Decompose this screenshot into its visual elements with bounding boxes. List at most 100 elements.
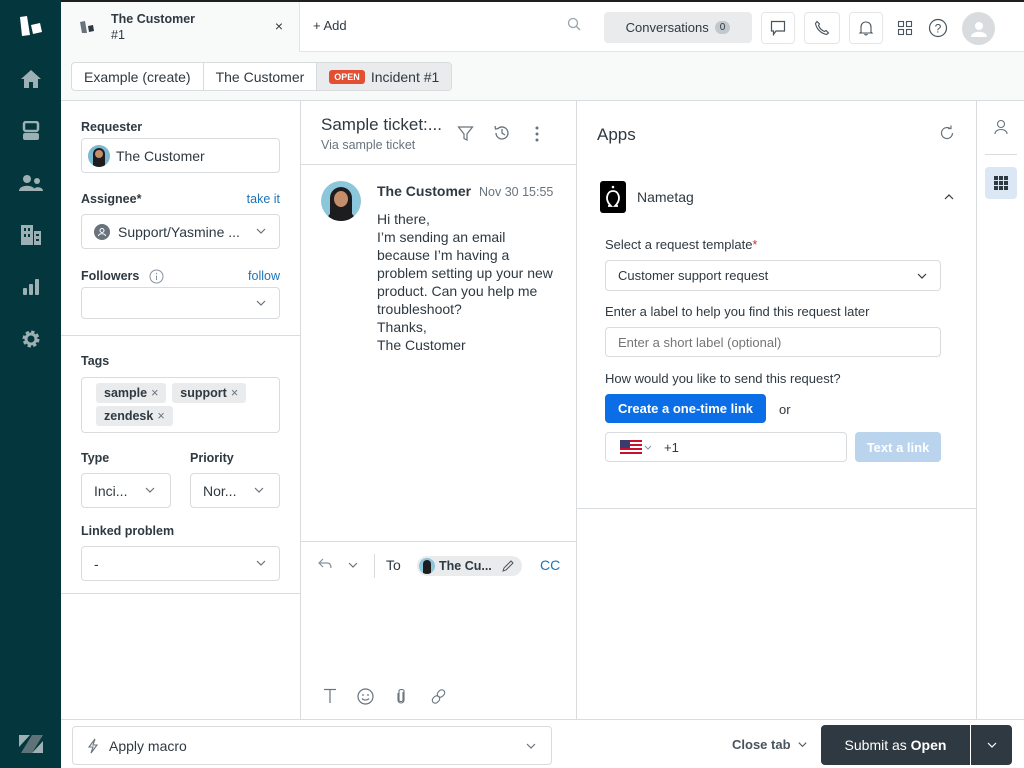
composer-divider [374, 554, 375, 578]
linked-problem-select[interactable]: - [81, 546, 280, 581]
assignee-avatar-icon [94, 223, 110, 240]
organizations-icon[interactable] [0, 215, 61, 255]
search-icon[interactable] [567, 17, 581, 31]
template-select[interactable]: Customer support request [605, 260, 941, 291]
remove-tag-icon[interactable]: × [157, 409, 164, 423]
views-icon[interactable] [0, 111, 61, 151]
conversation-panel: Sample ticket:... Via sample ticket The … [301, 101, 577, 719]
submit-prefix: Submit as [844, 737, 911, 753]
attachment-icon[interactable] [396, 688, 406, 705]
breadcrumb-organization[interactable]: Example (create) [72, 63, 204, 90]
customers-icon[interactable] [0, 163, 61, 203]
breadcrumb-bar: Example (create) The Customer OPEN Incide… [61, 52, 1024, 101]
priority-label: Priority [190, 451, 234, 465]
template-label: Select a request template* [605, 237, 757, 252]
more-options-icon[interactable] [534, 125, 540, 143]
chat-icon [770, 20, 786, 36]
context-rail [977, 101, 1024, 719]
ticket-subject[interactable]: Sample ticket:... [321, 115, 442, 135]
linked-problem-value: - [94, 555, 99, 572]
zendesk-logo-icon[interactable] [0, 6, 61, 46]
assignee-label: Assignee* [81, 192, 142, 206]
close-tab-button[interactable]: Close tab [732, 737, 808, 752]
type-value: Inci... [94, 482, 128, 499]
label-prompt: Enter a label to help you find this requ… [605, 304, 870, 319]
chevron-down-icon [526, 743, 536, 749]
create-one-time-link-button[interactable]: Create a one-time link [605, 394, 766, 423]
history-icon[interactable] [493, 124, 511, 142]
admin-gear-icon[interactable] [0, 319, 61, 359]
priority-select[interactable]: Nor... [190, 473, 280, 508]
text-a-link-button[interactable]: Text a link [855, 432, 941, 462]
apps-title: Apps [597, 125, 636, 144]
tag-label: zendesk [104, 409, 154, 423]
breadcrumb: Example (create) The Customer OPEN Incide… [71, 62, 453, 91]
tags-input[interactable]: sample × support × zendesk × [81, 377, 280, 433]
breadcrumb-requester[interactable]: The Customer [204, 63, 318, 90]
template-value: Customer support request [618, 268, 769, 283]
apply-macro-select[interactable]: Apply macro [72, 726, 552, 765]
short-label-input[interactable] [605, 327, 941, 357]
cc-link[interactable]: CC [540, 557, 560, 573]
take-it-link[interactable]: take it [247, 192, 280, 206]
collapse-chevron-icon[interactable] [943, 191, 955, 203]
customer-context-icon[interactable] [993, 119, 1009, 135]
tag-label: support [180, 386, 227, 400]
breadcrumb-ticket[interactable]: OPEN Incident #1 [317, 63, 452, 90]
follow-link[interactable]: follow [248, 269, 280, 283]
message-author[interactable]: The Customer [377, 183, 471, 199]
add-button[interactable]: + Add [313, 18, 347, 33]
recipient-pill[interactable]: The Cu... [417, 556, 522, 576]
submit-options-button[interactable] [971, 725, 1012, 765]
tag-label: sample [104, 386, 148, 400]
send-prompt: How would you like to send this request? [605, 371, 841, 386]
ticket-tab[interactable]: The Customer #1 × [61, 2, 300, 52]
required-marker: * [752, 237, 758, 252]
phone-button[interactable] [804, 12, 840, 44]
phone-input[interactable]: +1 [605, 432, 847, 462]
close-tab-icon[interactable]: × [275, 18, 283, 34]
home-icon[interactable] [0, 59, 61, 99]
chevron-down-icon [256, 560, 266, 566]
help-icon[interactable]: ? [926, 16, 950, 40]
remove-tag-icon[interactable]: × [231, 386, 238, 400]
filter-icon[interactable] [457, 125, 474, 142]
edit-pencil-icon[interactable] [502, 560, 514, 572]
assignee-select[interactable]: Support/Yasmine ... [81, 214, 280, 249]
priority-value: Nor... [203, 482, 237, 499]
followers-label: Followers [81, 269, 164, 284]
breadcrumb-label: Incident #1 [370, 68, 440, 85]
submit-button[interactable]: Submit as Open [821, 725, 970, 765]
followers-select[interactable] [81, 287, 280, 319]
type-select[interactable]: Inci... [81, 473, 171, 508]
conversations-button[interactable]: Conversations 0 [604, 12, 752, 43]
emoji-icon[interactable] [357, 688, 374, 705]
requester-field[interactable]: The Customer [81, 138, 280, 173]
template-label-text: Select a request template [605, 237, 753, 252]
us-flag-icon[interactable] [620, 440, 652, 454]
link-icon[interactable] [430, 688, 447, 705]
apps-rail-button[interactable] [985, 167, 1017, 199]
chat-button[interactable] [761, 12, 795, 44]
reply-type-chevron-icon[interactable] [347, 559, 359, 571]
text-format-icon[interactable] [323, 688, 337, 704]
or-text: or [779, 402, 791, 417]
recipient-avatar [419, 558, 435, 574]
message-timestamp: Nov 30 15:55 [479, 185, 554, 199]
submit-status: Open [910, 737, 947, 753]
remove-tag-icon[interactable]: × [151, 386, 158, 400]
bottom-bar: Apply macro Close tab Submit as Open [61, 719, 1024, 768]
chevron-down-icon [917, 273, 927, 279]
reply-icon[interactable] [317, 557, 333, 571]
refresh-icon[interactable] [939, 125, 955, 141]
info-icon[interactable] [149, 269, 164, 284]
products-grid-icon[interactable] [893, 16, 917, 40]
user-avatar[interactable] [962, 12, 995, 45]
ticket-tab-icon [79, 20, 95, 34]
reporting-icon[interactable] [0, 267, 61, 307]
notifications-button[interactable] [849, 12, 883, 44]
conversation-header: Sample ticket:... Via sample ticket [301, 101, 576, 165]
zendesk-product-icon[interactable] [0, 724, 61, 764]
to-label: To [386, 557, 401, 573]
apps-panel: Apps Nametag Select a request template* … [577, 101, 977, 719]
